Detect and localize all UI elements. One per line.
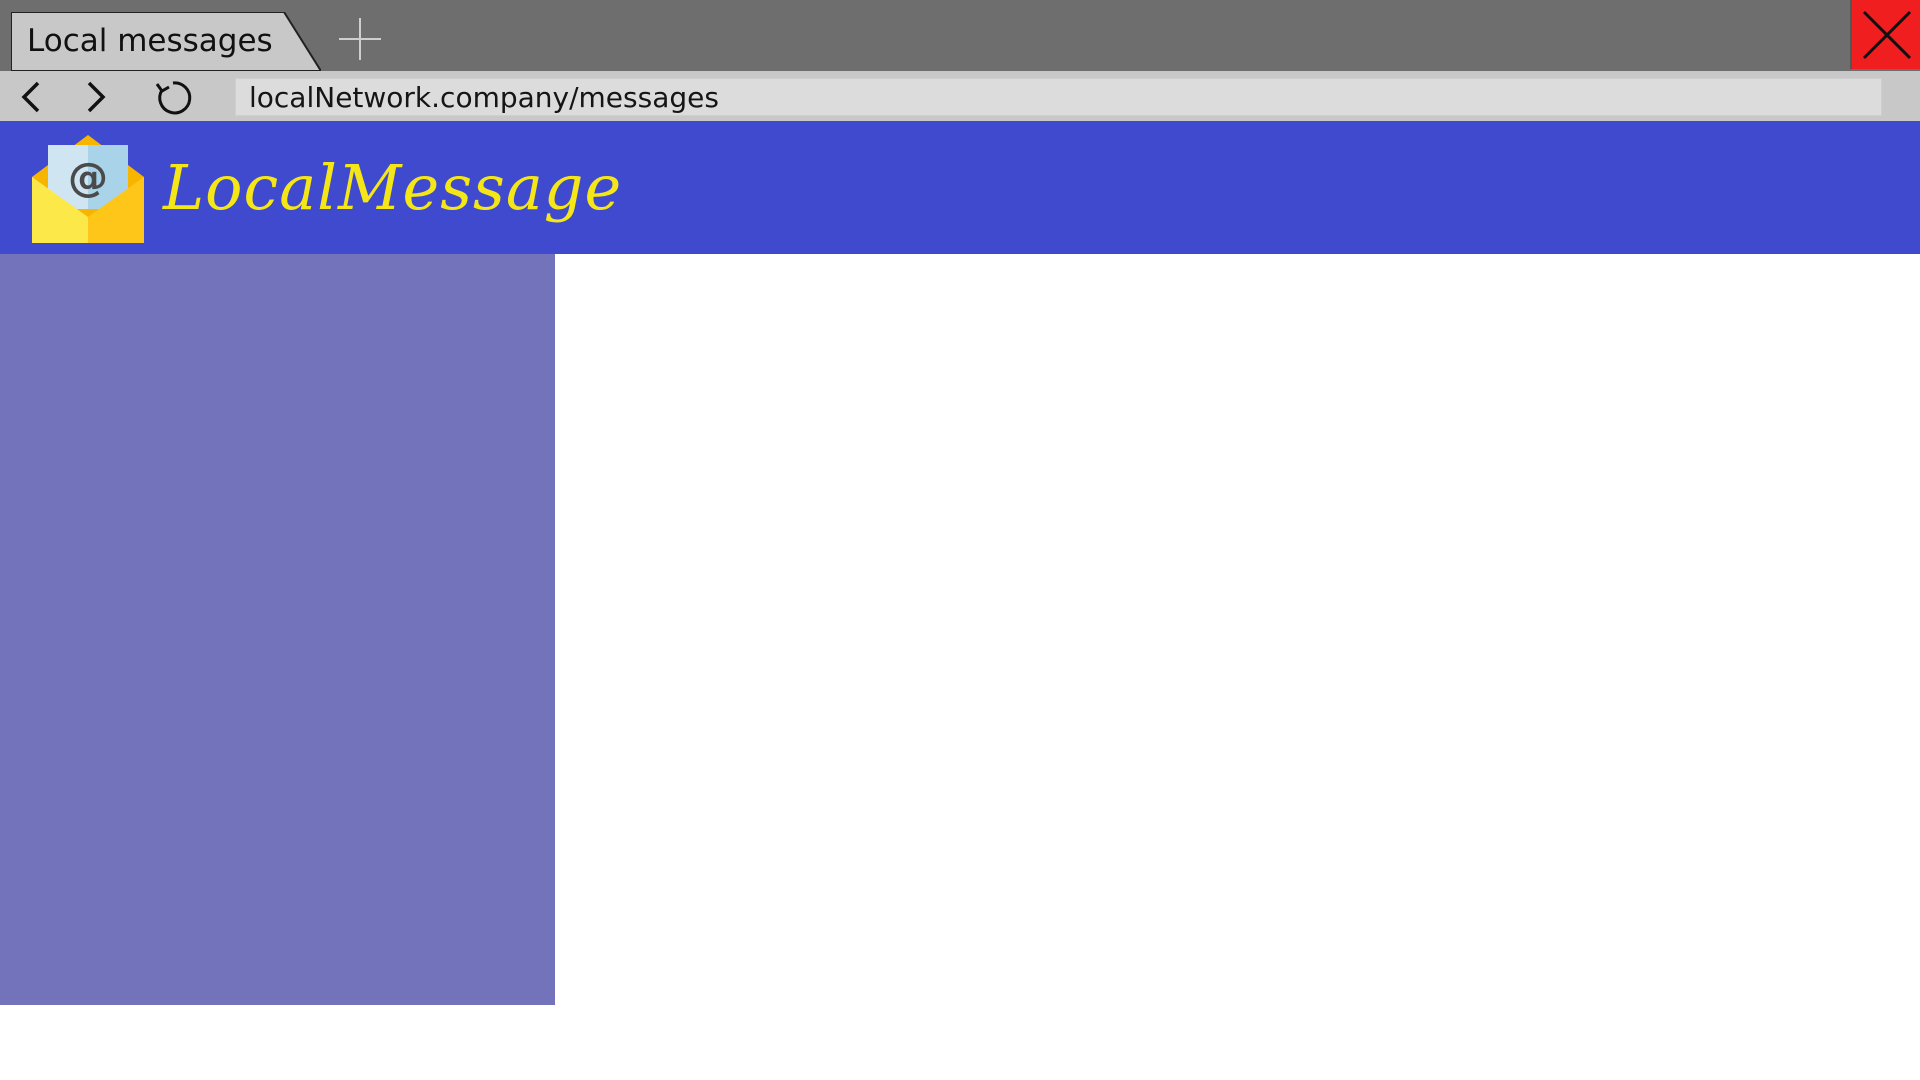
close-icon	[1862, 10, 1912, 60]
close-window-button[interactable]	[1850, 0, 1920, 69]
app-header: @ LocalMessage	[0, 121, 1920, 254]
address-url: localNetwork.company/messages	[249, 81, 719, 114]
browser-tab-bar: Local messages	[0, 0, 1920, 71]
back-button[interactable]	[12, 77, 52, 117]
reload-button[interactable]	[153, 77, 193, 117]
svg-text:@: @	[68, 155, 108, 201]
browser-nav-bar: localNetwork.company/messages	[0, 71, 1920, 121]
browser-tab[interactable]: Local messages	[11, 12, 321, 71]
address-bar[interactable]: localNetwork.company/messages	[235, 78, 1882, 116]
reload-icon	[155, 81, 192, 115]
chevron-right-icon	[87, 81, 106, 113]
tab-title: Local messages	[27, 23, 273, 59]
chevron-left-icon	[21, 81, 40, 113]
sidebar	[0, 254, 555, 1005]
new-tab-button[interactable]	[336, 15, 384, 63]
plus-icon	[339, 18, 381, 60]
email-envelope-icon: @	[30, 131, 146, 245]
forward-button[interactable]	[75, 77, 115, 117]
main-content	[555, 254, 1920, 1080]
brand-name: LocalMessage	[163, 151, 623, 224]
